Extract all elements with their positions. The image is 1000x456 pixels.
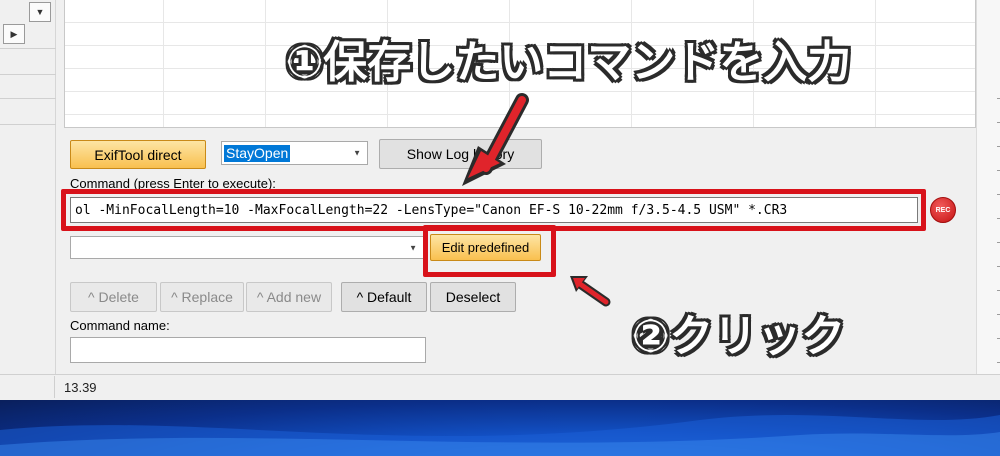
annotation-step2: ②クリック [632, 312, 846, 361]
add-new-button[interactable]: ^ Add new [246, 282, 332, 312]
annotation-arrow-1 [462, 93, 529, 186]
desktop-wallpaper [0, 400, 1000, 456]
command-name-input[interactable] [70, 337, 426, 363]
status-separator [54, 376, 55, 398]
left-pane: ▼ ▶ [0, 0, 56, 374]
annotation-step1: ①保存したいコマンドを入力 [286, 38, 852, 87]
delete-button[interactable]: ^ Delete [70, 282, 157, 312]
record-button[interactable]: REC [930, 197, 956, 223]
chevron-down-icon: ▼ [35, 7, 45, 17]
replace-button[interactable]: ^ Replace [160, 282, 244, 312]
mode-select-value: StayOpen [224, 145, 291, 162]
annotation-arrow-2 [570, 276, 611, 307]
dropdown-caret-icon: ▼ [409, 243, 417, 252]
status-bar [0, 374, 1000, 400]
chevron-right-icon: ▶ [10, 28, 18, 39]
rec-label: REC [935, 206, 951, 214]
status-text: 13.39 [64, 380, 97, 395]
exiftool-direct-button[interactable]: ExifTool direct [70, 140, 206, 169]
dropdown-caret-icon: ▼ [353, 148, 361, 158]
scroll-down-arrow-button[interactable]: ▼ [29, 2, 51, 22]
command-input[interactable]: ol -MinFocalLength=10 -MaxFocalLength=22… [70, 197, 918, 223]
mode-select[interactable]: StayOpen ▼ [221, 141, 368, 165]
command-name-label: Command name: [70, 318, 170, 333]
predefined-command-select[interactable]: ▼ [70, 236, 424, 259]
scroll-right-arrow-button[interactable]: ▶ [3, 24, 25, 44]
edit-predefined-button[interactable]: Edit predefined [430, 234, 541, 261]
default-button[interactable]: ^ Default [341, 282, 427, 312]
deselect-button[interactable]: Deselect [430, 282, 516, 312]
right-side-panel [976, 0, 1000, 374]
